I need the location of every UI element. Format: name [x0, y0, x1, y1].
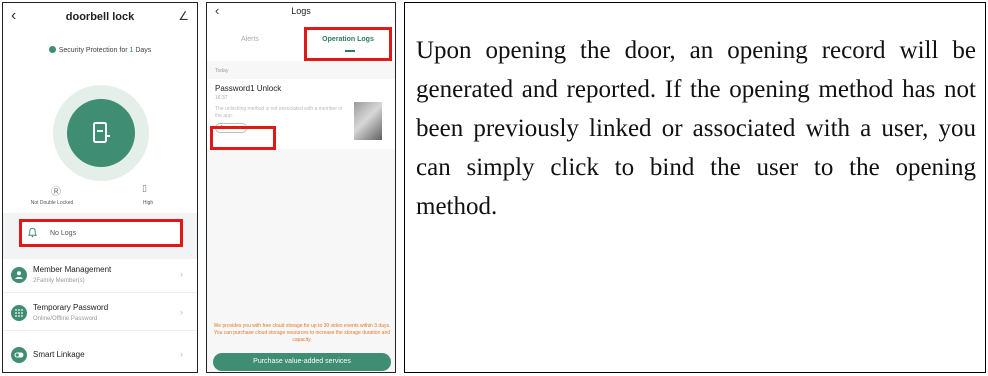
logs-screen: ‹ Logs Alerts Operation Logs Today Passw…	[206, 2, 396, 373]
unlock-ring	[53, 85, 149, 181]
tab-operation-logs-label: Operation Logs	[322, 36, 374, 43]
associate-highlight	[210, 126, 276, 150]
logs-status-text: No Logs	[50, 230, 77, 237]
active-tab-indicator	[345, 50, 355, 52]
tab-operation-logs[interactable]: Operation Logs	[304, 27, 392, 61]
double-lock-status: Not Double Locked	[30, 200, 74, 206]
chevron-right-icon: ›	[180, 349, 183, 359]
battery-status: High	[142, 200, 154, 206]
lock-status-row: Ⓡ Not Double Locked ▯ High	[3, 183, 197, 211]
page-title: Logs	[291, 6, 311, 16]
snapshot-thumbnail[interactable]	[354, 102, 382, 140]
settings-list: Member Management 2Family Member(s) › Te…	[3, 259, 197, 372]
toggle-icon	[11, 347, 27, 363]
log-entry-title: Password1 Unlock	[215, 84, 282, 93]
keypad-icon	[11, 305, 27, 321]
battery-icon: ▯	[142, 183, 147, 193]
chevron-right-icon: ›	[180, 307, 183, 317]
section-header: Today	[215, 68, 229, 74]
lock-header: ‹ doorbell lock ∠	[3, 3, 197, 33]
chevron-right-icon: ›	[180, 269, 183, 279]
security-protection-status: Security Protection for 1 Days	[3, 46, 197, 54]
cloud-storage-notice: We provides you with free cloud storage …	[213, 323, 391, 343]
list-item-temporary-password[interactable]: Temporary Password Online/Offline Passwo…	[3, 297, 197, 331]
unlock-button[interactable]	[67, 99, 135, 167]
lock-home-screen: ‹ doorbell lock ∠ Security Protection fo…	[2, 2, 198, 373]
log-entry-time: 16:37	[215, 95, 228, 101]
tab-alerts[interactable]: Alerts	[241, 36, 259, 43]
list-item-smart-linkage[interactable]: Smart Linkage ›	[3, 339, 197, 372]
shield-icon	[48, 46, 56, 53]
page-title: doorbell lock	[65, 11, 135, 23]
instruction-panel: Upon opening the door, an opening record…	[404, 2, 986, 373]
door-lock-icon	[93, 122, 110, 143]
list-item-member-management[interactable]: Member Management 2Family Member(s) ›	[3, 259, 197, 293]
double-lock-icon: Ⓡ	[51, 187, 61, 198]
logs-entry[interactable]: No Logs	[19, 219, 183, 247]
purchase-services-button[interactable]: Purchase value-added services	[213, 353, 391, 371]
bell-icon	[27, 227, 38, 238]
user-icon	[11, 267, 27, 283]
log-entry-description: The unlocking method is not associated w…	[215, 106, 343, 119]
edit-icon[interactable]: ∠	[178, 9, 189, 23]
instruction-text: Upon opening the door, an opening record…	[416, 37, 976, 220]
